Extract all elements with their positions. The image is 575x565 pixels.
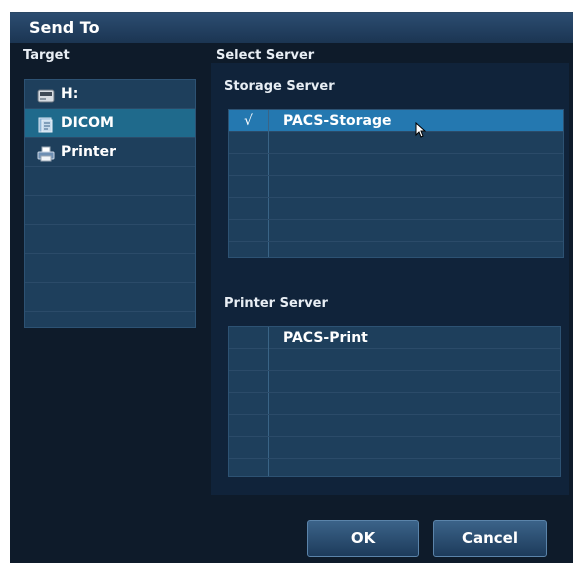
target-item-dicom[interactable]: DICOM [25,109,195,138]
target-list: H: DICOM Printer [24,79,196,328]
row-check-mark[interactable]: √ [229,110,269,132]
empty-row [229,176,563,198]
target-empty-row [25,254,195,283]
empty-row [229,393,560,415]
empty-row [229,349,560,371]
target-item-label: DICOM [61,115,114,131]
row-server-name: PACS-Print [283,330,368,346]
select-server-label: Select Server [216,48,315,63]
drive-icon [37,86,55,103]
target-empty-row [25,225,195,254]
send-to-dialog: Send To Target H: DICOM Printer Select S… [10,12,573,563]
printer-server-label: Printer Server [224,296,328,311]
printer-server-row[interactable]: PACS-Print [229,327,560,349]
dialog-title: Send To [10,13,573,43]
row-server-name: PACS-Storage [283,113,392,129]
target-empty-row [25,196,195,225]
empty-row [229,198,563,220]
dicom-icon [37,115,55,133]
cancel-button[interactable]: Cancel [433,520,547,557]
target-label: Target [23,48,70,63]
ok-button[interactable]: OK [307,520,419,557]
storage-server-grid: √ PACS-Storage [228,109,564,258]
target-item-label: H: [61,86,79,102]
printer-icon [37,144,55,162]
target-empty-row [25,283,195,312]
empty-row [229,437,560,459]
storage-server-row[interactable]: √ PACS-Storage [229,110,563,138]
storage-server-label: Storage Server [224,79,335,94]
empty-row [229,154,563,176]
target-empty-row [25,167,195,196]
target-item-h[interactable]: H: [25,80,195,109]
empty-row [229,132,563,154]
empty-row [229,220,563,242]
empty-row [229,371,560,393]
row-check-mark[interactable] [229,327,269,349]
target-item-label: Printer [61,144,117,160]
empty-row [229,415,560,437]
printer-server-grid: PACS-Print [228,326,561,477]
target-item-printer[interactable]: Printer [25,138,195,167]
